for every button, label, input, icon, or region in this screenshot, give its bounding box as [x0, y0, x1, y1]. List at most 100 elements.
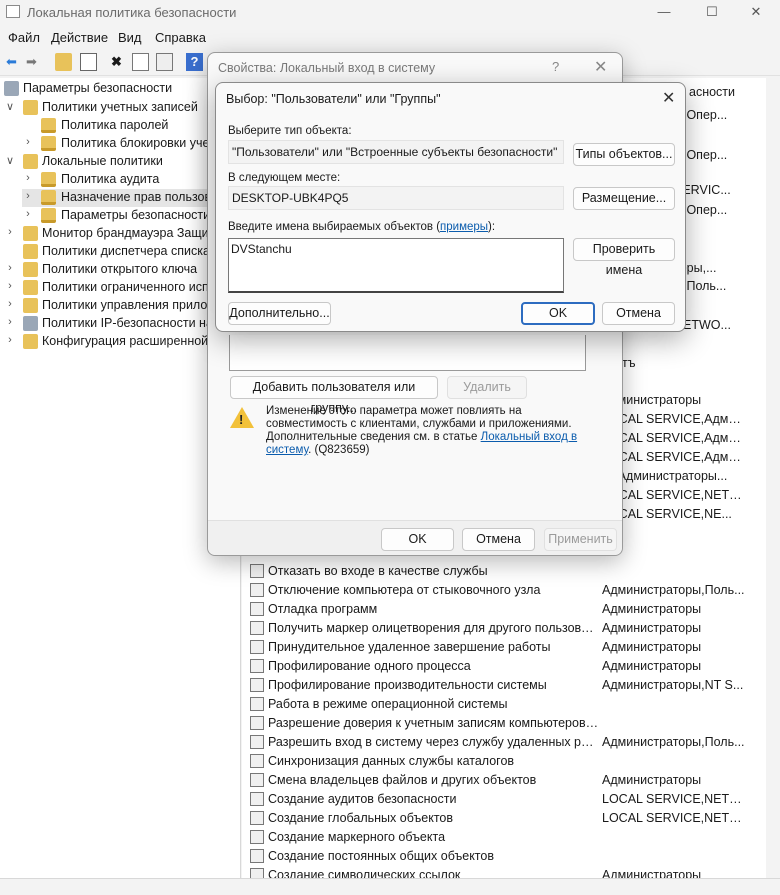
list-row[interactable]: Принудительное удаленное завершение рабо… [250, 638, 760, 657]
names-label: Введите имена выбираемых объектов (приме… [228, 221, 495, 233]
menu-view[interactable]: Вид [118, 30, 142, 45]
folder-icon [23, 244, 38, 259]
list-row[interactable]: Разрешить вход в систему через службу уд… [250, 733, 760, 752]
help-icon[interactable]: ? [186, 53, 203, 71]
policy-icon [250, 735, 264, 749]
row-setting: Администраторы [602, 393, 702, 407]
chevron-right-icon[interactable]: › [22, 190, 34, 202]
examples-link[interactable]: примеры [440, 221, 488, 233]
policy-folder-icon [41, 190, 56, 205]
folder-icon [23, 298, 38, 313]
row-setting: LOCAL SERVICE,NETWO... [602, 792, 746, 806]
title-bar: Локальная политика безопасности — ☐ ✕ [0, 0, 780, 24]
chevron-right-icon[interactable]: › [4, 262, 16, 274]
tree-panel: Параметры безопасности ∨ Политики учетны… [0, 78, 241, 878]
list-row[interactable]: Профилирование производительности систем… [250, 676, 760, 695]
back-icon[interactable]: ⬅ [3, 53, 20, 71]
delete-icon[interactable]: ✖ [108, 53, 125, 71]
chevron-right-icon[interactable]: › [4, 280, 16, 292]
vertical-scrollbar[interactable] [766, 78, 780, 878]
chevron-right-icon[interactable]: › [4, 298, 16, 310]
object-names-input[interactable]: DVStanchu [228, 238, 564, 293]
list-row[interactable]: Синхронизация данных службы каталогов [250, 752, 760, 771]
folder-icon [23, 334, 38, 349]
chevron-right-icon[interactable]: › [22, 136, 34, 148]
cancel-button[interactable]: Отмена [462, 528, 535, 551]
maximize-button[interactable]: ☐ [688, 0, 736, 24]
chevron-right-icon[interactable]: › [22, 208, 34, 220]
list-row[interactable]: Отладка программ Администраторы [250, 600, 760, 619]
list-row[interactable]: Получить маркер олицетворения для другог… [250, 619, 760, 638]
policy-folder-icon [41, 136, 56, 151]
row-name: Создание маркерного объекта [268, 830, 446, 844]
folder-icon [23, 154, 38, 169]
ok-button[interactable]: OK [381, 528, 454, 551]
list-row[interactable]: Профилирование одного процесса Администра… [250, 657, 760, 676]
show-tree-icon[interactable] [80, 53, 97, 71]
list-row[interactable]: Создание символических ссылок Администрат… [250, 866, 760, 878]
advanced-button[interactable]: Дополнительно... [228, 302, 331, 325]
status-bar [0, 878, 780, 895]
close-icon[interactable]: ✕ [662, 88, 675, 108]
add-user-button[interactable]: Добавить пользователя или группу... [230, 376, 438, 415]
row-name: Отладка программ [268, 602, 378, 616]
chevron-down-icon[interactable]: ∨ [4, 100, 16, 113]
users-list-box[interactable] [229, 335, 586, 371]
list-row[interactable]: Отказать во входе в качестве службы [250, 562, 760, 581]
list-row[interactable]: Создание глобальных объектов LOCAL SERVIC… [250, 809, 760, 828]
list-row[interactable]: Создание постоянных общих объектов [250, 847, 760, 866]
minimize-button[interactable]: — [640, 0, 688, 24]
menu-file[interactable]: Файл [8, 30, 40, 45]
list-cell: тъ [622, 356, 636, 370]
close-window-button[interactable]: ✕ [732, 0, 780, 24]
menu-help[interactable]: Справка [155, 30, 206, 45]
cancel-button[interactable]: Отмена [602, 302, 675, 325]
export-icon[interactable] [156, 53, 173, 71]
row-name: Принудительное удаленное завершение рабо… [268, 640, 551, 654]
policy-folder-icon [41, 118, 56, 133]
row-setting: LOCAL SERVICE,NETWO... [602, 811, 746, 825]
list-row[interactable]: Создание маркерного объекта [250, 828, 760, 847]
remove-button[interactable]: Удалить [447, 376, 527, 399]
exclamation-icon: ! [239, 412, 244, 427]
object-type-field: "Пользователи" или "Встроенные субъекты … [228, 140, 564, 164]
list-row[interactable]: Работа в режиме операционной системы [250, 695, 760, 714]
chevron-right-icon[interactable]: › [4, 226, 16, 238]
policy-icon [250, 849, 264, 863]
list-row[interactable]: Разрешение доверия к учетным записям ком… [250, 714, 760, 733]
row-name: Разрешить вход в систему через службу уд… [268, 735, 600, 749]
help-button[interactable]: ? [552, 59, 559, 74]
policy-icon [250, 868, 264, 878]
properties-button-bar: OK Отмена Применить [208, 520, 622, 555]
object-type-label: Выберите тип объекта: [228, 125, 352, 137]
object-types-button[interactable]: Типы объектов... [573, 143, 675, 166]
apply-button[interactable]: Применить [544, 528, 617, 551]
list-row[interactable]: Создание аудитов безопасности LOCAL SERVI… [250, 790, 760, 809]
folder-icon [23, 226, 38, 241]
chevron-right-icon[interactable]: › [4, 334, 16, 346]
locations-button[interactable]: Размещение... [573, 187, 675, 210]
up-folder-icon[interactable] [55, 53, 72, 71]
column-header-security-setting[interactable]: асности [689, 85, 735, 99]
row-name: Разрешение доверия к учетным записям ком… [268, 716, 600, 730]
chevron-right-icon[interactable]: › [4, 316, 16, 328]
row-name: Создание аудитов безопасности [268, 792, 457, 806]
policy-icon [250, 659, 264, 673]
menu-action[interactable]: Действие [51, 30, 108, 45]
row-setting: Администраторы [602, 640, 702, 654]
check-names-button[interactable]: Проверить имена [573, 238, 675, 277]
names-label-text: ): [488, 221, 496, 233]
list-row[interactable]: Отключение компьютера от стыковочного уз… [250, 581, 760, 600]
chevron-down-icon[interactable]: ∨ [4, 154, 16, 167]
warning-text: Изменение этого параметра может повлиять… [266, 405, 586, 457]
forward-icon[interactable]: ➡ [23, 53, 40, 71]
folder-icon [23, 280, 38, 295]
row-setting: Администраторы,Поль... [602, 735, 745, 749]
row-setting: LOCAL SERVICE,NE... [602, 507, 732, 521]
close-icon[interactable]: ✕ [594, 57, 607, 77]
list-row[interactable]: Смена владельцев файлов и других объекто… [250, 771, 760, 790]
menu-bar: Файл Действие Вид Справка [0, 27, 780, 47]
chevron-right-icon[interactable]: › [22, 172, 34, 184]
ok-button[interactable]: OK [521, 302, 595, 325]
properties-icon[interactable] [132, 53, 149, 71]
